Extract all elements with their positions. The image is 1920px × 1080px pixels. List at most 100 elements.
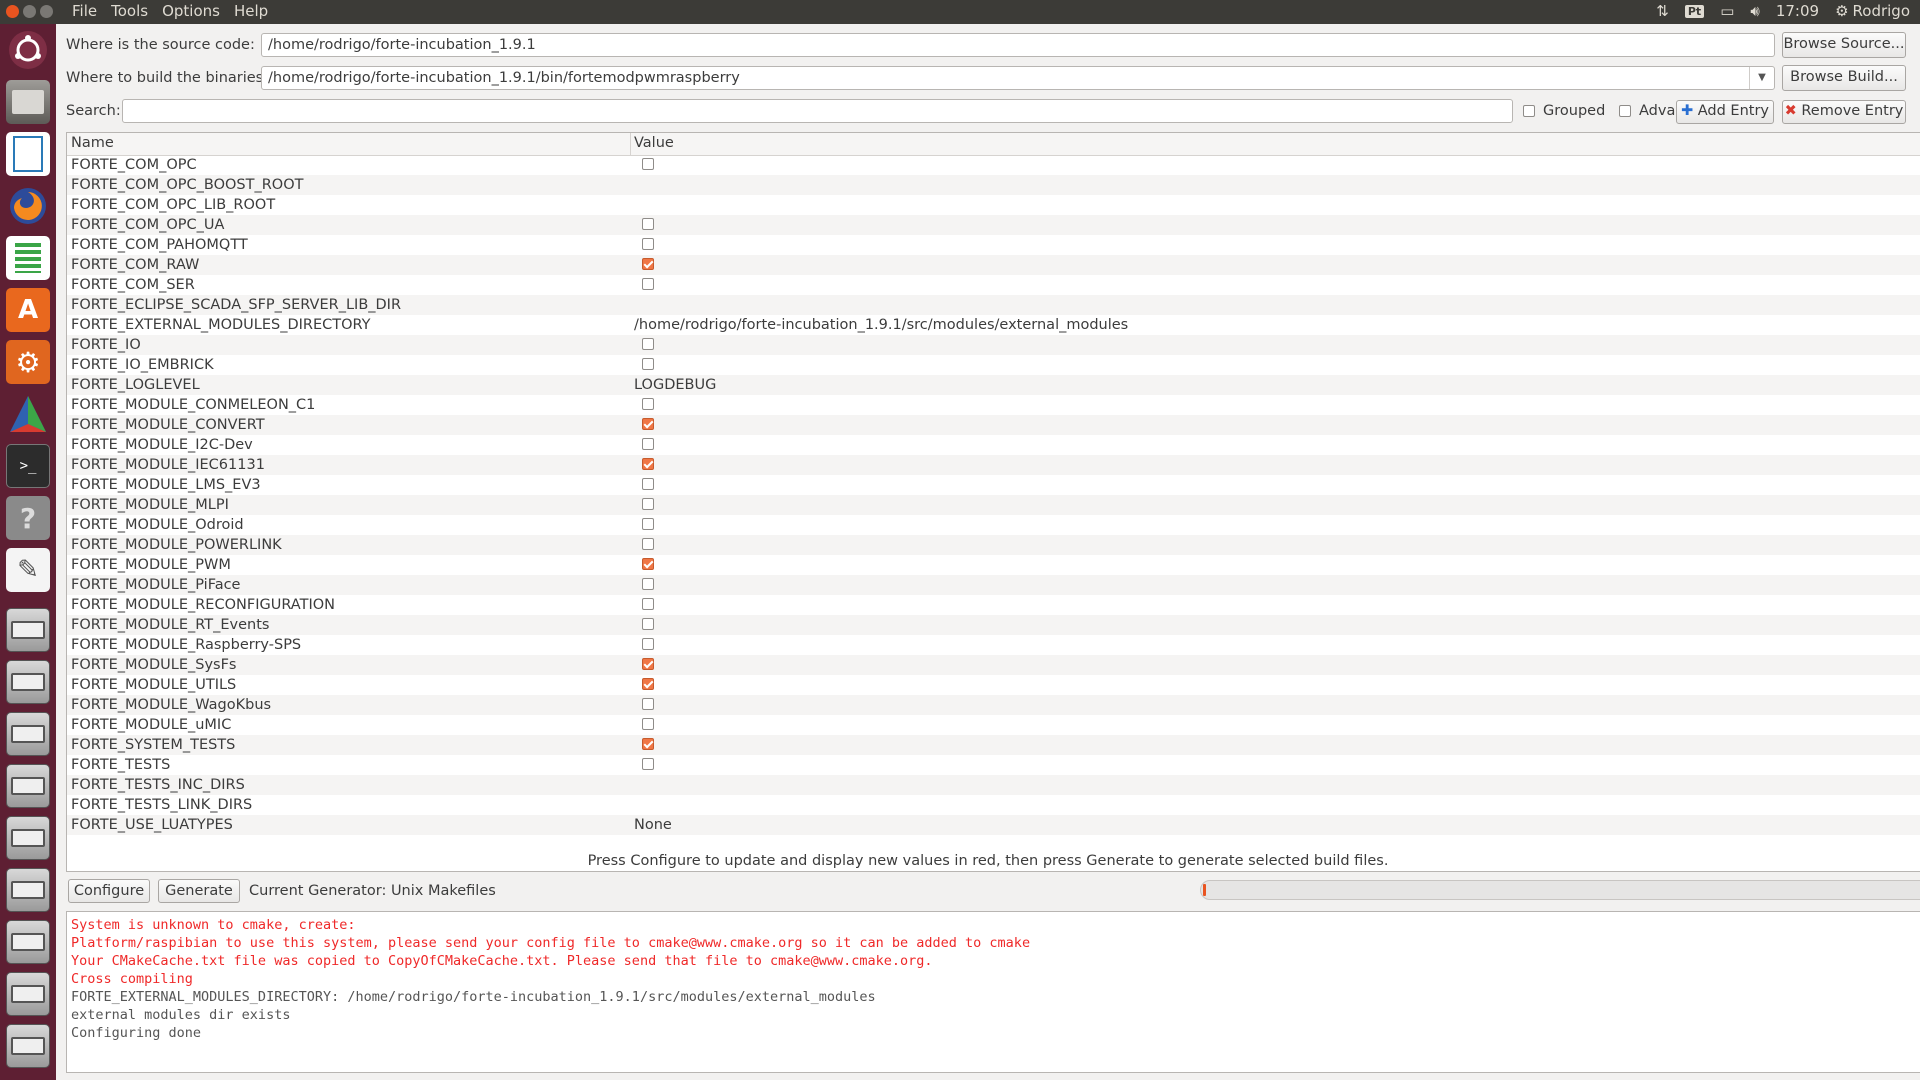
table-row[interactable]: FORTE_COM_PAHOMQTT: [67, 235, 1920, 255]
variable-checkbox[interactable]: [642, 438, 654, 450]
table-row[interactable]: FORTE_MODULE_MLPI: [67, 495, 1920, 515]
ubuntu-dash-icon[interactable]: [6, 28, 50, 72]
table-row[interactable]: FORTE_SYSTEM_TESTS: [67, 735, 1920, 755]
output-log[interactable]: System is unknown to cmake, create: Platf…: [66, 911, 1920, 1073]
variable-checkbox[interactable]: [642, 238, 654, 250]
variable-checkbox[interactable]: [642, 418, 654, 430]
table-row[interactable]: FORTE_TESTS: [67, 755, 1920, 775]
table-row[interactable]: FORTE_MODULE_WagoKbus: [67, 695, 1920, 715]
drive-icon[interactable]: [6, 660, 50, 704]
variable-checkbox[interactable]: [642, 558, 654, 570]
system-settings-icon[interactable]: ⚙: [6, 340, 50, 384]
firefox-icon[interactable]: [6, 184, 50, 228]
generate-button[interactable]: Generate: [158, 879, 240, 903]
cmake-gui-icon[interactable]: [6, 392, 50, 436]
table-row[interactable]: FORTE_MODULE_IEC61131: [67, 455, 1920, 475]
variable-checkbox[interactable]: [642, 618, 654, 630]
drive-icon[interactable]: [6, 608, 50, 652]
table-row[interactable]: FORTE_ECLIPSE_SCADA_SFP_SERVER_LIB_DIR: [67, 295, 1920, 315]
grouped-checkbox[interactable]: Grouped: [1523, 103, 1605, 119]
table-row[interactable]: FORTE_MODULE_CONMELEON_C1: [67, 395, 1920, 415]
table-row[interactable]: FORTE_IO: [67, 335, 1920, 355]
table-row[interactable]: FORTE_MODULE_CONVERT: [67, 415, 1920, 435]
keyboard-layout-indicator[interactable]: Pt: [1684, 4, 1705, 18]
variable-checkbox[interactable]: [642, 278, 654, 290]
drive-icon[interactable]: [6, 920, 50, 964]
drive-icon[interactable]: [6, 712, 50, 756]
variable-checkbox[interactable]: [642, 218, 654, 230]
table-row[interactable]: FORTE_MODULE_UTILS: [67, 675, 1920, 695]
table-row[interactable]: FORTE_MODULE_uMIC: [67, 715, 1920, 735]
table-row[interactable]: FORTE_MODULE_LMS_EV3: [67, 475, 1920, 495]
drive-icon[interactable]: [6, 868, 50, 912]
software-center-icon[interactable]: A: [6, 288, 50, 332]
network-transfer-icon[interactable]: ⇅: [1656, 2, 1669, 20]
browse-build-button[interactable]: Browse Build...: [1782, 65, 1906, 91]
remove-entry-button[interactable]: ✖ Remove Entry: [1782, 100, 1906, 124]
variable-checkbox[interactable]: [642, 738, 654, 750]
menu-options[interactable]: Options: [162, 2, 220, 20]
table-row[interactable]: FORTE_LOGLEVEL LOGDEBUG: [67, 375, 1920, 395]
table-row[interactable]: FORTE_MODULE_I2C-Dev: [67, 435, 1920, 455]
drive-icon[interactable]: [6, 764, 50, 808]
battery-icon[interactable]: ▭: [1720, 2, 1734, 20]
configure-button[interactable]: Configure: [68, 879, 150, 903]
variable-checkbox[interactable]: [642, 678, 654, 690]
variable-checkbox[interactable]: [642, 258, 654, 270]
table-row[interactable]: FORTE_MODULE_SysFs: [67, 655, 1920, 675]
minimize-window-button[interactable]: [23, 5, 36, 18]
variable-checkbox[interactable]: [642, 478, 654, 490]
maximize-window-button[interactable]: [40, 5, 53, 18]
search-input[interactable]: [122, 99, 1513, 123]
terminal-icon[interactable]: >_: [6, 444, 50, 488]
table-row[interactable]: FORTE_COM_OPC_BOOST_ROOT: [67, 175, 1920, 195]
menu-tools[interactable]: Tools: [111, 2, 148, 20]
menu-file[interactable]: File: [72, 2, 97, 20]
chevron-down-icon[interactable]: ▼: [1749, 67, 1774, 89]
variable-checkbox[interactable]: [642, 538, 654, 550]
table-row[interactable]: FORTE_COM_SER: [67, 275, 1920, 295]
help-icon[interactable]: ?: [6, 496, 50, 540]
text-editor-icon[interactable]: ✎: [6, 548, 50, 592]
browse-source-button[interactable]: Browse Source...: [1782, 32, 1906, 58]
drive-icon[interactable]: [6, 816, 50, 860]
drive-icon[interactable]: [6, 1024, 50, 1068]
calc-icon[interactable]: [6, 236, 50, 280]
source-path-input[interactable]: /home/rodrigo/forte-incubation_1.9.1: [261, 33, 1775, 57]
variable-value[interactable]: None: [634, 815, 672, 835]
variable-checkbox[interactable]: [642, 698, 654, 710]
variable-checkbox[interactable]: [642, 498, 654, 510]
column-header-name[interactable]: Name: [71, 135, 114, 151]
table-row[interactable]: FORTE_MODULE_PiFace: [67, 575, 1920, 595]
variable-checkbox[interactable]: [642, 358, 654, 370]
variable-value[interactable]: LOGDEBUG: [634, 375, 716, 395]
drive-icon[interactable]: [6, 972, 50, 1016]
table-row[interactable]: FORTE_COM_RAW: [67, 255, 1920, 275]
table-row[interactable]: FORTE_MODULE_POWERLINK: [67, 535, 1920, 555]
variable-checkbox[interactable]: [642, 458, 654, 470]
build-path-combobox[interactable]: /home/rodrigo/forte-incubation_1.9.1/bin…: [261, 66, 1775, 90]
table-row[interactable]: FORTE_IO_EMBRICK: [67, 355, 1920, 375]
variable-checkbox[interactable]: [642, 518, 654, 530]
variable-checkbox[interactable]: [642, 658, 654, 670]
variable-checkbox[interactable]: [642, 158, 654, 170]
table-row[interactable]: FORTE_EXTERNAL_MODULES_DIRECTORY/home/ro…: [67, 315, 1920, 335]
table-row[interactable]: FORTE_MODULE_RT_Events: [67, 615, 1920, 635]
files-icon[interactable]: [6, 80, 50, 124]
volume-icon[interactable]: 🔊︎: [1750, 2, 1759, 20]
cache-variables-table[interactable]: Name Value FORTE_COM_OPC FORTE_COM_OPC_BO…: [66, 132, 1920, 872]
table-row[interactable]: FORTE_USE_LUATYPES None: [67, 815, 1920, 835]
writer-icon[interactable]: [6, 132, 50, 176]
variable-checkbox[interactable]: [642, 398, 654, 410]
table-row[interactable]: FORTE_MODULE_Raspberry-SPS: [67, 635, 1920, 655]
settings-gear-icon[interactable]: ⚙: [1835, 2, 1848, 20]
table-row[interactable]: FORTE_COM_OPC_UA: [67, 215, 1920, 235]
grouped-checkbox-box[interactable]: [1523, 105, 1535, 117]
column-header-value[interactable]: Value: [634, 135, 674, 151]
add-entry-button[interactable]: ✚ Add Entry: [1676, 100, 1774, 124]
user-name[interactable]: Rodrigo: [1853, 2, 1910, 20]
close-window-button[interactable]: [6, 5, 19, 18]
variable-checkbox[interactable]: [642, 598, 654, 610]
variable-checkbox[interactable]: [642, 638, 654, 650]
clock[interactable]: 17:09: [1776, 2, 1819, 20]
